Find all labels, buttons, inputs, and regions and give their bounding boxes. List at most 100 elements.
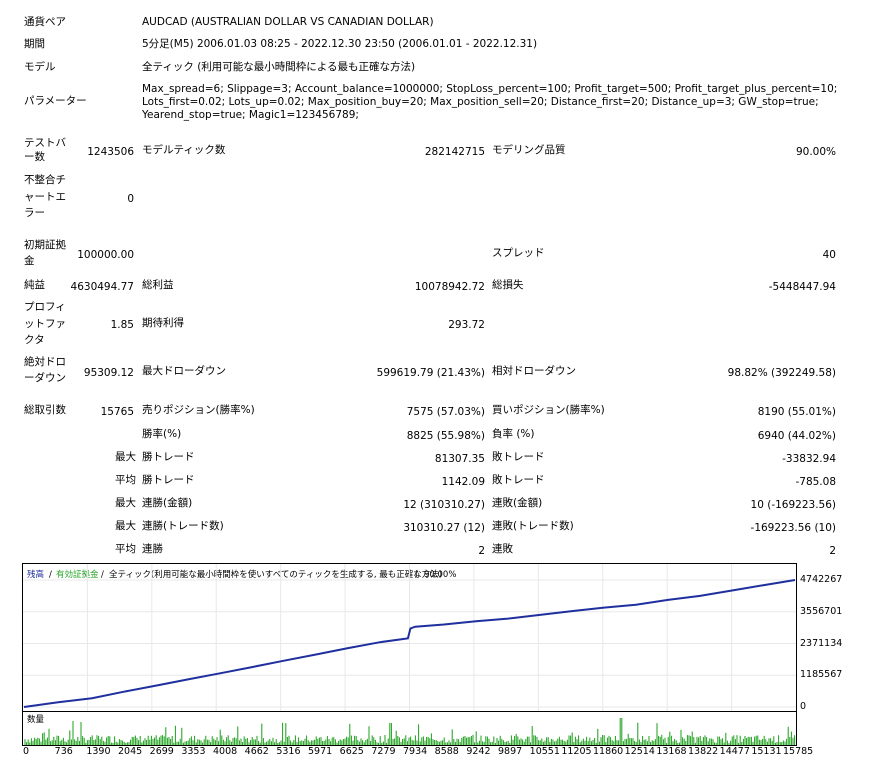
y-tick-label: 3556701 (800, 605, 843, 617)
largest-loss-value: -33832.94 (782, 453, 836, 465)
avg-win-value: 1142.09 (441, 476, 485, 488)
x-tick-label: 9242 (466, 746, 491, 757)
initial-deposit-value: 100000.00 (77, 249, 134, 261)
x-tick-label: 15131 (751, 746, 782, 757)
legend-sep-1: / (49, 570, 52, 580)
x-tick-label: 13822 (688, 746, 719, 757)
x-tick-label: 5316 (276, 746, 301, 757)
net-profit-value: 4630494.77 (70, 281, 134, 293)
x-tick-label: 4662 (244, 746, 269, 757)
avg-consec-losses-label: 連敗 (492, 543, 513, 555)
x-tick-label: 7934 (403, 746, 428, 757)
expected-payoff-label: 期待利得 (142, 317, 184, 329)
max-consec-losses-value: 10 (-169223.56) (750, 499, 836, 511)
spread-value: 40 (822, 249, 836, 261)
x-tick-label: 2699 (149, 746, 174, 757)
avg-consec-wins-value: 2 (478, 545, 485, 557)
loss-rate-label: 負率 (%) (492, 428, 535, 440)
avg-loss-label: 敗トレード (492, 474, 545, 486)
max-consec-wins-value: 12 (310310.27) (403, 499, 485, 511)
balance-chart: 残高 / 有効証拠金 / 全ティック(利用可能な最小時間枠を使いすべてのティック… (22, 563, 797, 712)
long-pos-label: 買いポジション(勝率%) (492, 404, 605, 416)
spread-label: スプレッド (492, 247, 545, 259)
mismatch-label-1: 不整合チ (24, 174, 66, 186)
model-ticks-label: モデルティック数 (142, 144, 226, 156)
params-line-1: Max_spread=6; Slippage=3; Account_balanc… (142, 83, 838, 95)
y-tick-label: 0 (800, 701, 807, 712)
x-tick-label: 736 (54, 746, 73, 757)
x-tick-label: 4008 (213, 746, 238, 757)
rel-dd-value: 98.82% (392249.58) (727, 367, 836, 379)
avg-win-label: 勝トレード (142, 474, 195, 486)
x-tick-label: 8588 (434, 746, 459, 757)
y-tick-label: 2371134 (800, 637, 843, 649)
avg-consec-losses-value: 2 (829, 545, 836, 557)
x-tick-label: 5971 (308, 746, 333, 757)
max-consec-losses-label: 連敗(金額) (492, 497, 543, 509)
legend-equity: 有効証拠金 (56, 569, 99, 580)
balance-chart-svg: 残高 / 有効証拠金 / 全ティック(利用可能な最小時間枠を使いすべてのティック… (23, 564, 796, 711)
model-quality-value: 90.00% (795, 146, 836, 158)
expected-payoff-value: 293.72 (448, 319, 485, 331)
loss-rate-value: 6940 (44.02%) (757, 430, 836, 442)
long-pos-value: 8190 (55.01%) (757, 406, 836, 418)
pair-label: 通貨ペア (24, 16, 66, 28)
max-consec-profit-label: 連勝(トレード数) (142, 520, 224, 532)
avg-label-2: 平均 (115, 543, 136, 555)
largest-loss-label: 敗トレード (492, 451, 545, 463)
max-consec-loss-label: 連敗(トレード数) (492, 520, 574, 532)
gross-profit-value: 10078942.72 (414, 281, 485, 293)
gross-profit-label: 総利益 (142, 279, 174, 291)
profit-factor-value: 1.85 (110, 319, 134, 331)
x-tick-label: 0 (23, 746, 30, 757)
abs-dd-value: 95309.12 (83, 367, 134, 379)
mismatch-label-3: ラー (24, 207, 45, 219)
max-consec-wins-label: 連勝(金額) (142, 497, 193, 509)
x-tick-label: 12514 (624, 746, 655, 757)
x-tick-label: 1390 (86, 746, 111, 757)
gross-loss-label: 総損失 (492, 279, 524, 291)
avg-consec-wins-label: 連勝 (142, 543, 163, 555)
legend-quality: 90.00% (424, 570, 456, 580)
volume-chart-svg: 数量 (24, 714, 796, 745)
test-bars-value: 1243506 (87, 146, 134, 158)
max-consec-loss-value: -169223.56 (10) (750, 522, 836, 534)
x-tick-label: 11860 (593, 746, 624, 757)
x-tick-label: 6625 (339, 746, 364, 757)
x-tick-label: 10551 (529, 746, 560, 757)
legend-balance: 残高 (27, 569, 44, 580)
volume-bars (24, 718, 796, 745)
max-label-1: 最大 (115, 451, 136, 463)
max-consec-profit-value: 310310.27 (12) (403, 522, 485, 534)
rel-dd-label: 相対ドローダウン (492, 365, 576, 377)
x-tick-label: 14477 (719, 746, 750, 757)
y-tick-label: 4742267 (800, 574, 843, 585)
mismatch-value: 0 (127, 193, 134, 205)
max-label-2: 最大 (115, 497, 136, 509)
avg-label-1: 平均 (115, 474, 136, 486)
initial-deposit-label-2: 金 (24, 255, 35, 267)
x-tick-label: 11205 (561, 746, 592, 757)
win-rate-value: 8825 (55.98%) (406, 430, 485, 442)
profit-factor-label-3: クタ (24, 334, 45, 346)
x-tick-label: 7279 (371, 746, 396, 757)
period-label: 期間 (24, 38, 45, 50)
period-value: 5分足(M5) 2006.01.03 08:25 - 2022.12.30 23… (142, 38, 538, 50)
short-pos-value: 7575 (57.03%) (406, 406, 485, 418)
model-value: 全ティック (利用可能な最小時間枠による最も正確な方法) (142, 61, 416, 73)
x-tick-label: 3353 (181, 746, 206, 757)
largest-win-value: 81307.35 (434, 453, 485, 465)
params-label: パラメーター (24, 95, 87, 107)
params-line-3: Yearend_stop=true; Magic1=123456789; (142, 109, 359, 121)
profit-factor-label-1: プロフィ (24, 301, 66, 313)
max-label-3: 最大 (115, 520, 136, 532)
legend-sep-3: / (415, 570, 418, 580)
short-pos-label: 売りポジション(勝率%) (142, 404, 255, 416)
gross-loss-value: -5448447.94 (768, 281, 836, 293)
largest-win-label: 勝トレード (142, 451, 195, 463)
max-dd-value: 599619.79 (21.43%) (376, 367, 485, 379)
x-tick-label: 2045 (118, 746, 143, 757)
model-quality-label: モデリング品質 (492, 144, 566, 156)
avg-loss-value: -785.08 (795, 476, 836, 488)
max-dd-label: 最大ドローダウン (142, 365, 226, 377)
